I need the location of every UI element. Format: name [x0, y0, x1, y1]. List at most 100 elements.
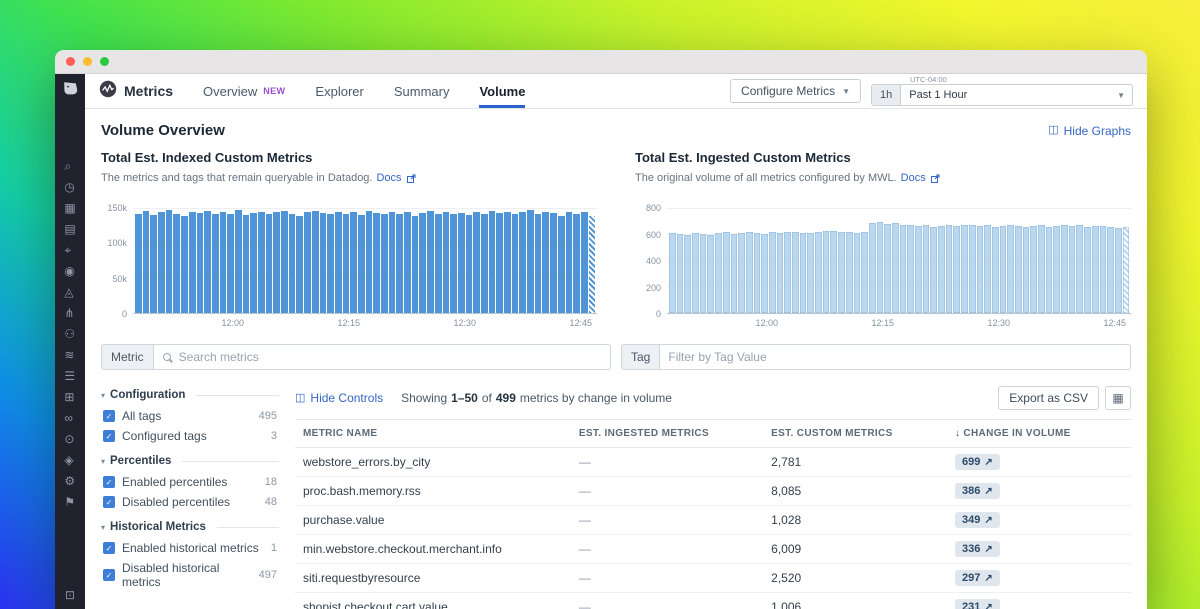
bar[interactable] [991, 226, 999, 313]
table-row[interactable]: proc.bash.memory.rss —8,085 386 ↗ [295, 476, 1131, 506]
bar[interactable] [211, 214, 219, 313]
bar[interactable] [304, 212, 311, 313]
bar[interactable] [692, 232, 699, 313]
bar[interactable] [396, 213, 404, 313]
metric-name-cell[interactable]: webstore_errors.by_city [295, 447, 571, 477]
facet-section-configuration[interactable]: ▾ Configuration [101, 389, 279, 401]
bar[interactable] [580, 211, 588, 313]
bar[interactable] [684, 235, 692, 313]
bar[interactable] [968, 224, 976, 313]
security-icon[interactable]: ◈ [64, 454, 75, 466]
facet-section-percentiles[interactable]: ▾ Percentiles [101, 455, 279, 467]
facet-item[interactable]: ✓ Enabled percentiles 18 [101, 472, 279, 492]
bar[interactable] [1053, 225, 1061, 313]
bar[interactable] [868, 222, 876, 313]
bar[interactable] [519, 212, 527, 313]
bar[interactable] [776, 232, 784, 313]
table-row[interactable]: webstore_errors.by_city —2,781 699 ↗ [295, 447, 1131, 477]
bar[interactable] [227, 213, 234, 313]
bar[interactable] [427, 210, 434, 313]
bar[interactable] [319, 212, 327, 313]
bar[interactable] [884, 223, 891, 313]
bar[interactable] [815, 231, 822, 313]
tab-explorer[interactable]: Explorer [315, 74, 363, 108]
bar[interactable] [976, 225, 984, 313]
facet-item[interactable]: ✓ Disabled percentiles 48 [101, 492, 279, 512]
metric-name-cell[interactable]: shopist.checkout.cart.value [295, 592, 571, 609]
bar[interactable] [473, 212, 480, 313]
bar[interactable] [669, 233, 676, 313]
bar[interactable] [830, 230, 838, 313]
bar[interactable] [891, 223, 899, 313]
bar[interactable] [265, 214, 273, 313]
synthetics-icon[interactable]: ⊙ [64, 433, 75, 445]
bar[interactable] [1076, 225, 1084, 313]
table-row[interactable]: siti.requestbyresource —2,520 297 ↗ [295, 563, 1131, 593]
rum-icon[interactable]: ⚇ [64, 328, 75, 340]
time-range-picker[interactable]: UTC-04:00 1h Past 1 Hour ▼ [871, 75, 1133, 106]
table-row[interactable]: min.webstore.checkout.merchant.info —6,00… [295, 534, 1131, 564]
bar[interactable] [588, 216, 596, 313]
bar[interactable] [311, 210, 319, 313]
bar[interactable] [142, 210, 150, 313]
bar[interactable] [573, 214, 580, 313]
bar[interactable] [907, 224, 914, 313]
bar[interactable] [838, 231, 845, 313]
bar[interactable] [273, 212, 281, 313]
metric-name-cell[interactable]: siti.requestbyresource [295, 563, 571, 593]
checkbox-checked-icon[interactable]: ✓ [103, 496, 115, 508]
bar[interactable] [242, 215, 250, 313]
bar[interactable] [327, 214, 334, 313]
bar[interactable] [1107, 227, 1114, 313]
bar[interactable] [784, 232, 791, 313]
bar[interactable] [365, 210, 373, 313]
bar[interactable] [173, 213, 181, 313]
col-header-custom[interactable]: EST. CUSTOM METRICS [763, 419, 948, 448]
bar[interactable] [457, 212, 465, 313]
metric-search-input[interactable] [170, 350, 610, 364]
bar[interactable] [861, 232, 868, 313]
bar[interactable] [381, 214, 388, 313]
search-icon[interactable]: ⌕ [64, 160, 75, 172]
export-csv-button[interactable]: Export as CSV [998, 386, 1099, 410]
bar[interactable] [707, 234, 715, 313]
bar[interactable] [542, 211, 550, 313]
bar[interactable] [296, 215, 304, 313]
metric-search-box[interactable]: Metric [101, 344, 611, 370]
bar[interactable] [1022, 226, 1030, 313]
checkbox-checked-icon[interactable]: ✓ [103, 542, 115, 554]
bar[interactable] [565, 212, 573, 313]
bar[interactable] [845, 232, 853, 313]
close-window-button[interactable] [66, 57, 75, 66]
bar[interactable] [1014, 226, 1022, 313]
change-badge[interactable]: 231 ↗ [955, 599, 1000, 609]
tab-overview[interactable]: Overview NEW [203, 74, 285, 108]
datadog-logo-icon[interactable] [62, 81, 79, 102]
col-header-metric-name[interactable]: METRIC NAME [295, 419, 571, 448]
bar[interactable] [792, 231, 799, 313]
bar[interactable] [915, 225, 922, 313]
bar[interactable] [534, 213, 542, 313]
watchdog-icon[interactable]: ⌖ [64, 244, 75, 256]
bar[interactable] [1007, 224, 1014, 313]
bar[interactable] [1068, 226, 1076, 313]
bar[interactable] [745, 231, 753, 313]
bar[interactable] [288, 213, 296, 313]
bar[interactable] [761, 233, 768, 313]
bar[interactable] [411, 215, 419, 313]
time-range-short[interactable]: 1h [872, 85, 902, 105]
facet-item[interactable]: ✓ Disabled historical metrics 497 [101, 558, 279, 592]
col-header-change[interactable]: ↓ CHANGE IN VOLUME [947, 419, 1131, 448]
bar[interactable] [715, 232, 722, 313]
bar[interactable] [234, 210, 242, 313]
bar[interactable] [480, 213, 488, 313]
apm-icon[interactable]: ◬ [64, 286, 75, 298]
bar[interactable] [511, 214, 519, 313]
bar[interactable] [404, 212, 411, 313]
tab-summary[interactable]: Summary [394, 74, 450, 108]
bar[interactable] [135, 214, 142, 313]
bar[interactable] [1030, 225, 1037, 313]
ci-icon[interactable]: ⊞ [64, 391, 75, 403]
bar[interactable] [822, 231, 830, 313]
bar[interactable] [165, 210, 173, 313]
